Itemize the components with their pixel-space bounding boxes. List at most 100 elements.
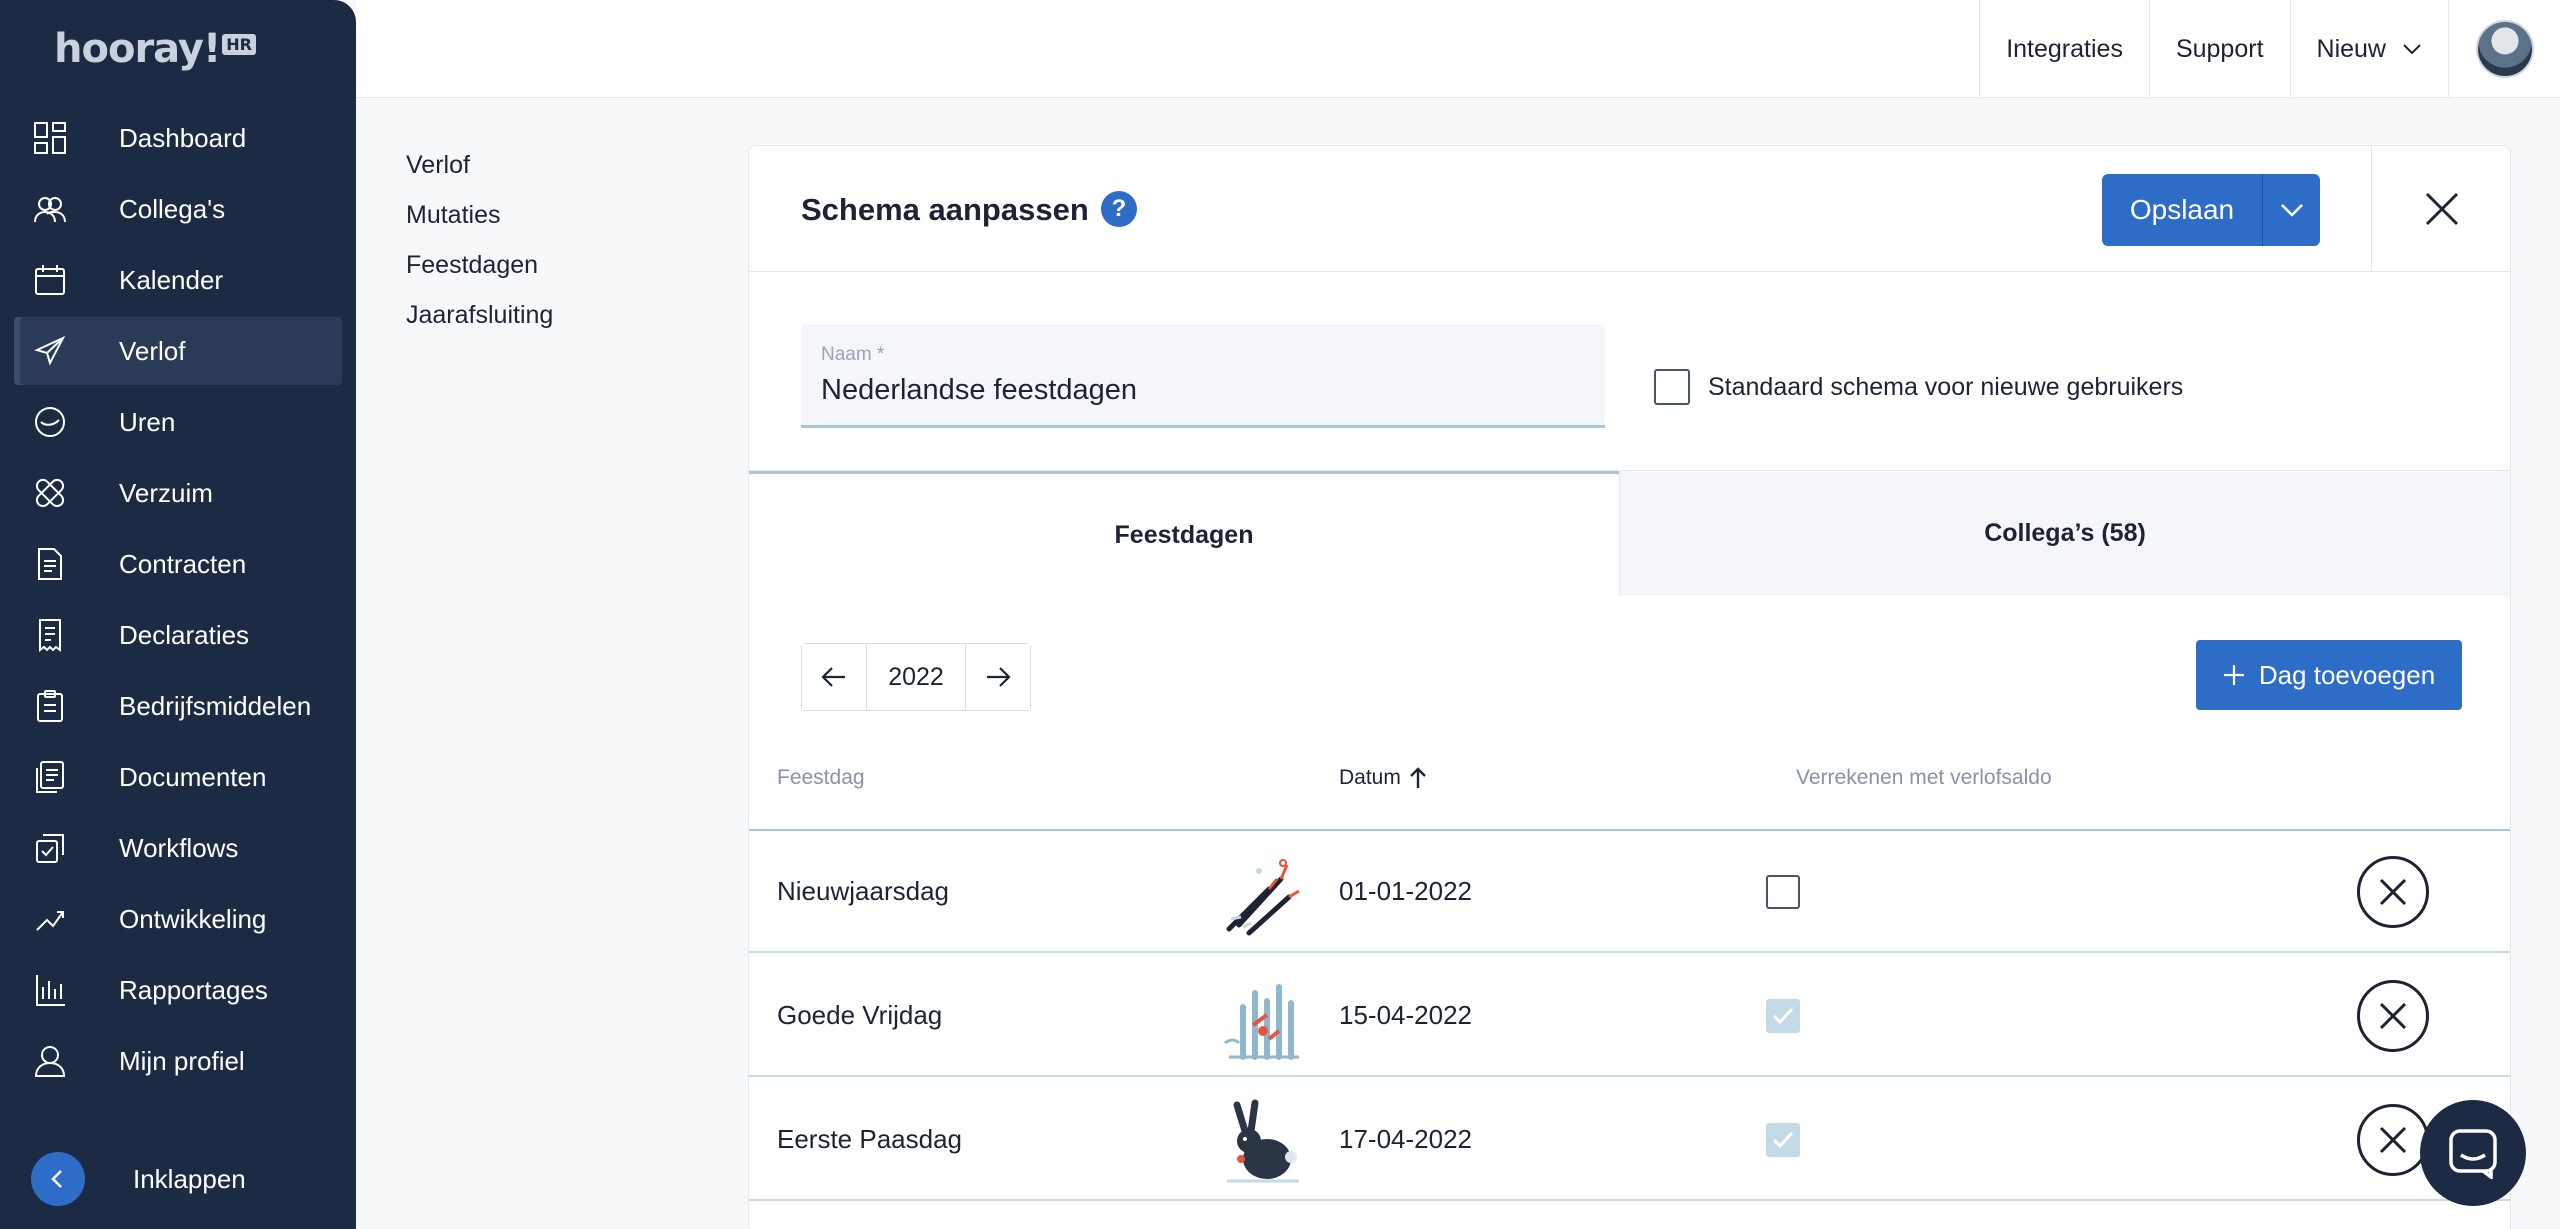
calendar-icon bbox=[14, 263, 86, 297]
growth-icon bbox=[14, 902, 86, 936]
edit-schedule-panel: Schema aanpassen ? Opslaan Naam * Nederl… bbox=[748, 145, 2511, 1229]
sidebar-item-label: Rapportages bbox=[119, 974, 268, 1005]
dashboard-icon bbox=[14, 121, 86, 155]
holiday-name: Goede Vrijdag bbox=[777, 1000, 943, 1030]
table-row: Nieuwjaarsdag 01-01-2022 bbox=[749, 831, 2510, 953]
sidebar-item-kalender[interactable]: Kalender bbox=[14, 246, 342, 314]
sidebar: hooray! HR Dashboard Collega's Kalender bbox=[0, 0, 356, 1229]
default-schedule-toggle[interactable]: Standaard schema voor nieuwe gebruikers bbox=[1654, 369, 2183, 405]
add-day-button[interactable]: Dag toevoegen bbox=[2196, 640, 2462, 710]
subnav-item-jaarafsluiting[interactable]: Jaarafsluiting bbox=[406, 300, 553, 350]
deduct-leave-checkbox[interactable] bbox=[1766, 875, 1800, 909]
workflow-icon bbox=[14, 831, 86, 865]
integraties-link[interactable]: Integraties bbox=[1979, 0, 2149, 98]
sidebar-item-label: Contracten bbox=[119, 548, 247, 579]
save-options-button[interactable] bbox=[2262, 174, 2320, 246]
previous-year-button[interactable] bbox=[802, 644, 866, 710]
delete-row-button[interactable] bbox=[2357, 1104, 2429, 1176]
collapse-sidebar-button[interactable]: Inklappen bbox=[14, 1148, 342, 1210]
deduct-leave-checkbox[interactable] bbox=[1766, 1123, 1800, 1157]
tab-feestdagen[interactable]: Feestdagen bbox=[749, 471, 1619, 596]
name-field[interactable]: Naam * Nederlandse feestdagen bbox=[801, 324, 1605, 428]
logo-text: hooray! bbox=[54, 26, 221, 72]
tab-collegas[interactable]: Collega’s (58) bbox=[1619, 471, 2510, 596]
table-row: Goede Vrijdag 15-04-2022 bbox=[749, 955, 2510, 1077]
holiday-name: Nieuwjaarsdag bbox=[777, 876, 949, 906]
sidebar-item-label: Documenten bbox=[119, 761, 267, 792]
chat-launcher-button[interactable] bbox=[2420, 1100, 2526, 1206]
close-icon bbox=[2379, 1126, 2407, 1154]
name-field-label: Naam * bbox=[821, 344, 885, 365]
collapse-label: Inklappen bbox=[133, 1163, 246, 1194]
sidebar-item-collegas[interactable]: Collega's bbox=[14, 175, 342, 243]
sidebar-item-label: Kalender bbox=[119, 264, 224, 295]
receipt-icon bbox=[14, 618, 86, 652]
sidebar-item-ontwikkeling[interactable]: Ontwikkeling bbox=[14, 885, 342, 953]
holiday-date: 01-01-2022 bbox=[1339, 876, 1472, 906]
sidebar-item-label: Collega's bbox=[119, 193, 226, 224]
support-link[interactable]: Support bbox=[2148, 0, 2290, 98]
save-button-group: Opslaan bbox=[2102, 174, 2320, 246]
checkmark-icon bbox=[1772, 1131, 1794, 1149]
hooray-logo[interactable]: hooray! HR bbox=[54, 26, 256, 72]
schedule-form: Naam * Nederlandse feestdagen Standaard … bbox=[749, 272, 2510, 470]
sidebar-item-dashboard[interactable]: Dashboard bbox=[14, 104, 342, 172]
help-icon[interactable]: ? bbox=[1101, 191, 1137, 227]
sidebar-item-bedrijfsmiddelen[interactable]: Bedrijfsmiddelen bbox=[14, 672, 342, 740]
column-header-feestdag[interactable]: Feestdag bbox=[777, 766, 865, 790]
chevron-down-icon bbox=[2280, 204, 2303, 217]
delete-row-button[interactable] bbox=[2357, 856, 2429, 928]
sidebar-item-uren[interactable]: Uren bbox=[14, 388, 342, 456]
close-button[interactable] bbox=[2371, 146, 2510, 272]
sidebar-item-verzuim[interactable]: Verzuim bbox=[14, 459, 342, 527]
column-header-verrekenen: Verrekenen met verlofsaldo bbox=[1796, 766, 2052, 789]
chevron-left-icon bbox=[31, 1152, 85, 1206]
nieuw-dropdown[interactable]: Nieuw bbox=[2289, 0, 2448, 98]
user-menu[interactable] bbox=[2448, 0, 2560, 98]
sidebar-item-documenten[interactable]: Documenten bbox=[14, 743, 342, 811]
save-button[interactable]: Opslaan bbox=[2102, 174, 2262, 246]
sidebar-item-label: Workflows bbox=[119, 832, 239, 863]
subnav-item-feestdagen[interactable]: Feestdagen bbox=[406, 250, 553, 300]
user-icon bbox=[14, 1044, 86, 1078]
subnav-item-mutaties[interactable]: Mutaties bbox=[406, 200, 553, 250]
arrow-right-icon bbox=[987, 667, 1011, 687]
logo-badge: HR bbox=[222, 34, 256, 55]
sidebar-item-label: Dashboard bbox=[119, 122, 247, 153]
delete-row-button[interactable] bbox=[2357, 980, 2429, 1052]
sidebar-item-contracten[interactable]: Contracten bbox=[14, 530, 342, 598]
holiday-date: 15-04-2022 bbox=[1339, 1000, 1472, 1030]
topbar: Integraties Support Nieuw bbox=[356, 0, 2560, 98]
sidebar-item-verlof[interactable]: Verlof bbox=[14, 317, 342, 385]
close-icon bbox=[2425, 192, 2459, 226]
chevron-down-icon bbox=[2403, 44, 2421, 55]
airplane-icon bbox=[14, 334, 86, 368]
plus-icon bbox=[2223, 665, 2244, 685]
top-links: Integraties Support Nieuw bbox=[1979, 0, 2560, 98]
documents-icon bbox=[14, 760, 86, 794]
year-selector: 2022 bbox=[801, 643, 1031, 711]
add-day-label: Dag toevoegen bbox=[2258, 659, 2436, 690]
holiday-name: Eerste Paasdag bbox=[777, 1124, 963, 1154]
next-year-button[interactable] bbox=[966, 644, 1030, 710]
sort-ascending-icon bbox=[1410, 767, 1426, 788]
default-schedule-checkbox[interactable] bbox=[1654, 369, 1690, 405]
flowers-illustration bbox=[1219, 973, 1307, 1061]
column-header-datum[interactable]: Datum bbox=[1339, 766, 1427, 790]
sidebar-item-label: Uren bbox=[119, 406, 176, 437]
rabbit-illustration bbox=[1219, 1097, 1307, 1185]
sidebar-item-declaraties[interactable]: Declaraties bbox=[14, 601, 342, 669]
deduct-leave-checkbox[interactable] bbox=[1766, 999, 1800, 1033]
page-title: Schema aanpassen bbox=[801, 192, 1089, 227]
panel-header: Schema aanpassen ? Opslaan bbox=[749, 146, 2510, 272]
sidebar-item-label: Ontwikkeling bbox=[119, 903, 267, 934]
name-field-value: Nederlandse feestdagen bbox=[821, 374, 1138, 406]
holiday-date: 17-04-2022 bbox=[1339, 1124, 1472, 1154]
schedule-tabs: Feestdagen Collega’s (58) bbox=[749, 470, 2510, 596]
sidebar-item-workflows[interactable]: Workflows bbox=[14, 814, 342, 882]
subnav-item-verlof[interactable]: Verlof bbox=[406, 150, 553, 200]
sidebar-item-mijn-profiel[interactable]: Mijn profiel bbox=[14, 1027, 342, 1095]
sidebar-item-label: Verlof bbox=[119, 335, 186, 366]
nieuw-label: Nieuw bbox=[2316, 34, 2386, 63]
sidebar-item-rapportages[interactable]: Rapportages bbox=[14, 956, 342, 1024]
